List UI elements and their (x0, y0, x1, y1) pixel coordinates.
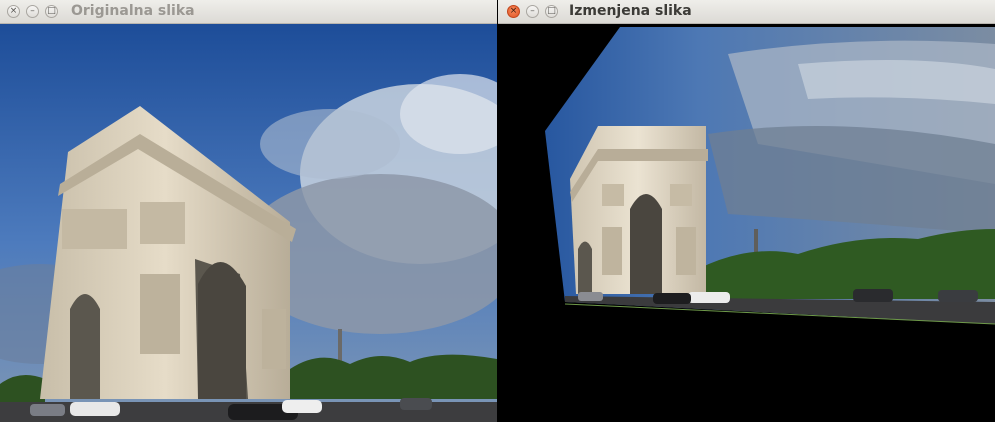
warped-image (498, 24, 995, 422)
original-image (0, 24, 497, 422)
minimize-icon[interactable]: – (526, 5, 539, 18)
window-title-modified: Izmenjena slika (569, 3, 692, 19)
titlebar-original[interactable]: × – □ Originalna slika (0, 0, 497, 24)
window-title-original: Originalna slika (71, 3, 195, 19)
close-icon[interactable]: × (7, 5, 20, 18)
window-modified[interactable]: × – □ Izmenjena slika (498, 0, 995, 422)
arc-de-triomphe-warped (570, 126, 708, 294)
minimize-icon[interactable]: – (26, 5, 39, 18)
maximize-icon[interactable]: □ (45, 5, 58, 18)
maximize-icon[interactable]: □ (545, 5, 558, 18)
window-original[interactable]: × – □ Originalna slika (0, 0, 497, 422)
titlebar-modified[interactable]: × – □ Izmenjena slika (498, 0, 995, 24)
close-icon[interactable]: × (507, 5, 520, 18)
